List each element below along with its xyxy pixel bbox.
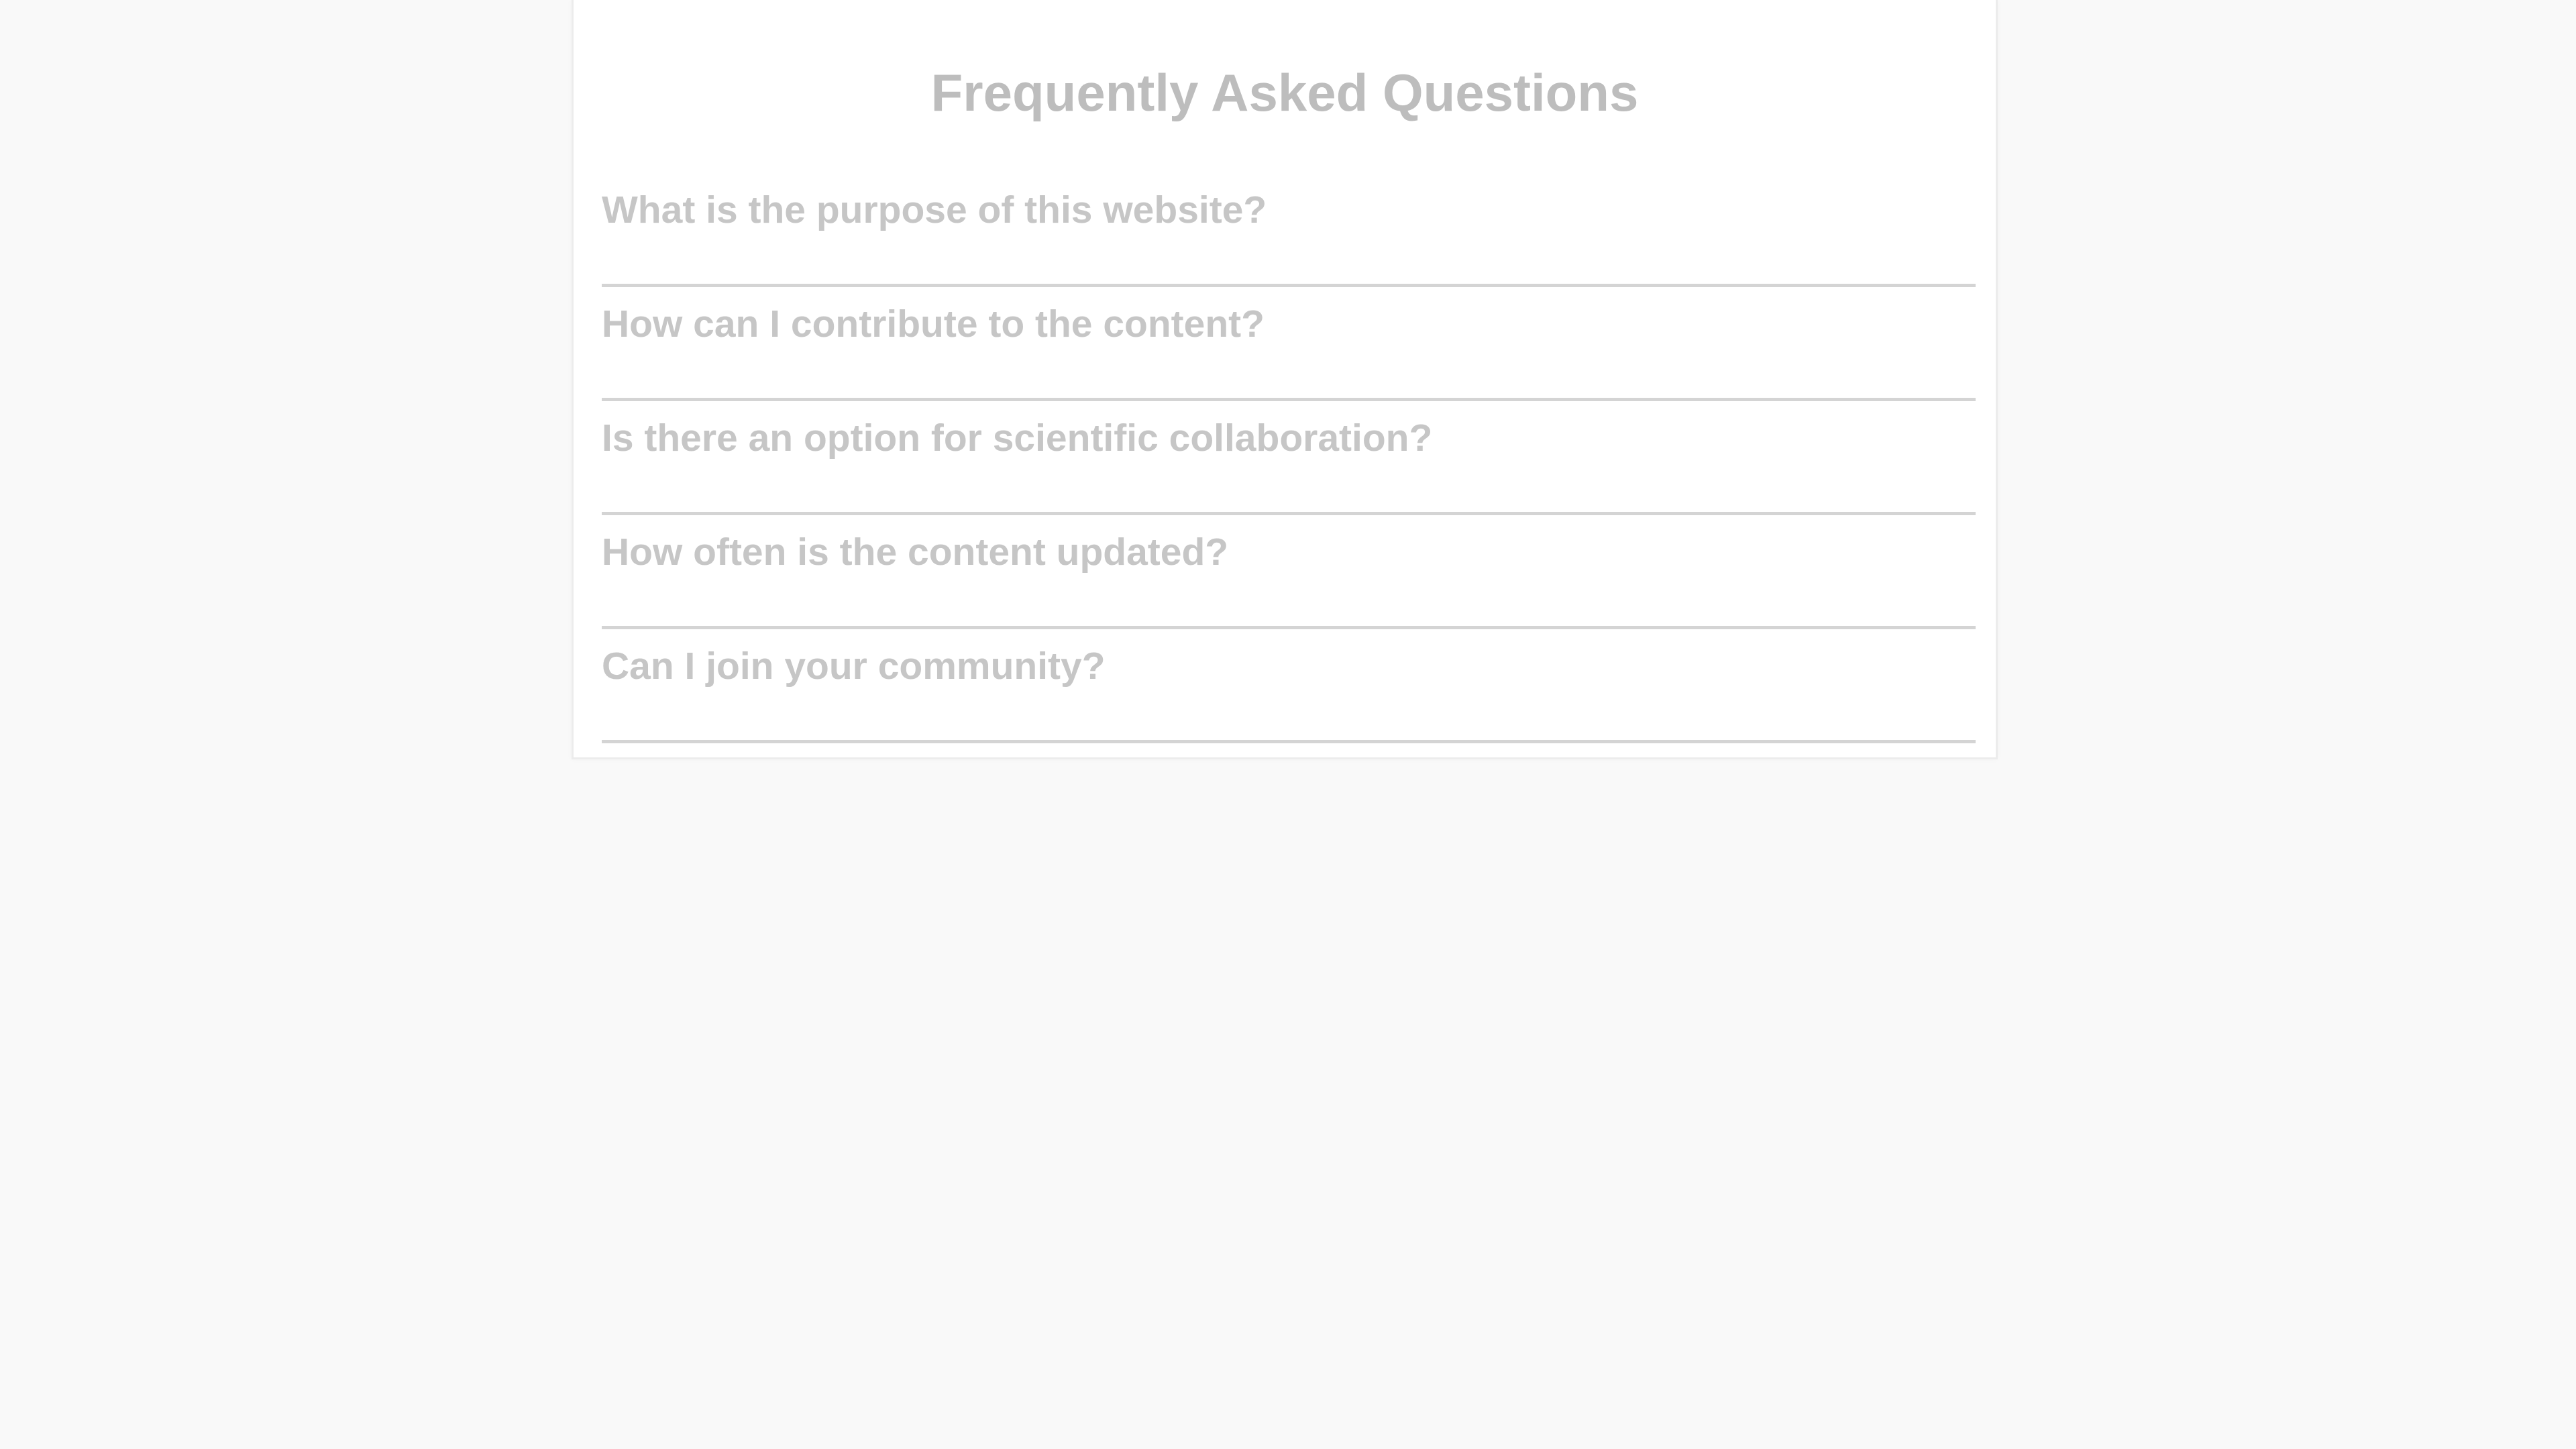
faq-question-text: How can I contribute to the content?: [602, 303, 1265, 345]
faq-question-text: Can I join your community?: [602, 645, 1106, 688]
faq-card: Frequently Asked Questions What is the p…: [572, 0, 1998, 759]
faq-item-purpose[interactable]: What is the purpose of this website?: [602, 173, 1976, 287]
faq-item-collaboration[interactable]: Is there an option for scientific collab…: [602, 401, 1976, 515]
faq-item-community[interactable]: Can I join your community?: [602, 629, 1976, 743]
faq-question-text: Is there an option for scientific collab…: [602, 417, 1433, 460]
faq-title: Frequently Asked Questions: [930, 63, 1639, 122]
page: Frequently Asked Questions What is the p…: [0, 0, 2576, 1449]
faq-list: What is the purpose of this website? How…: [602, 173, 1976, 743]
faq-item-contribute[interactable]: How can I contribute to the content?: [602, 287, 1976, 401]
faq-question-text: How often is the content updated?: [602, 531, 1229, 574]
faq-question-text: What is the purpose of this website?: [602, 189, 1267, 231]
faq-item-updates[interactable]: How often is the content updated?: [602, 515, 1976, 629]
